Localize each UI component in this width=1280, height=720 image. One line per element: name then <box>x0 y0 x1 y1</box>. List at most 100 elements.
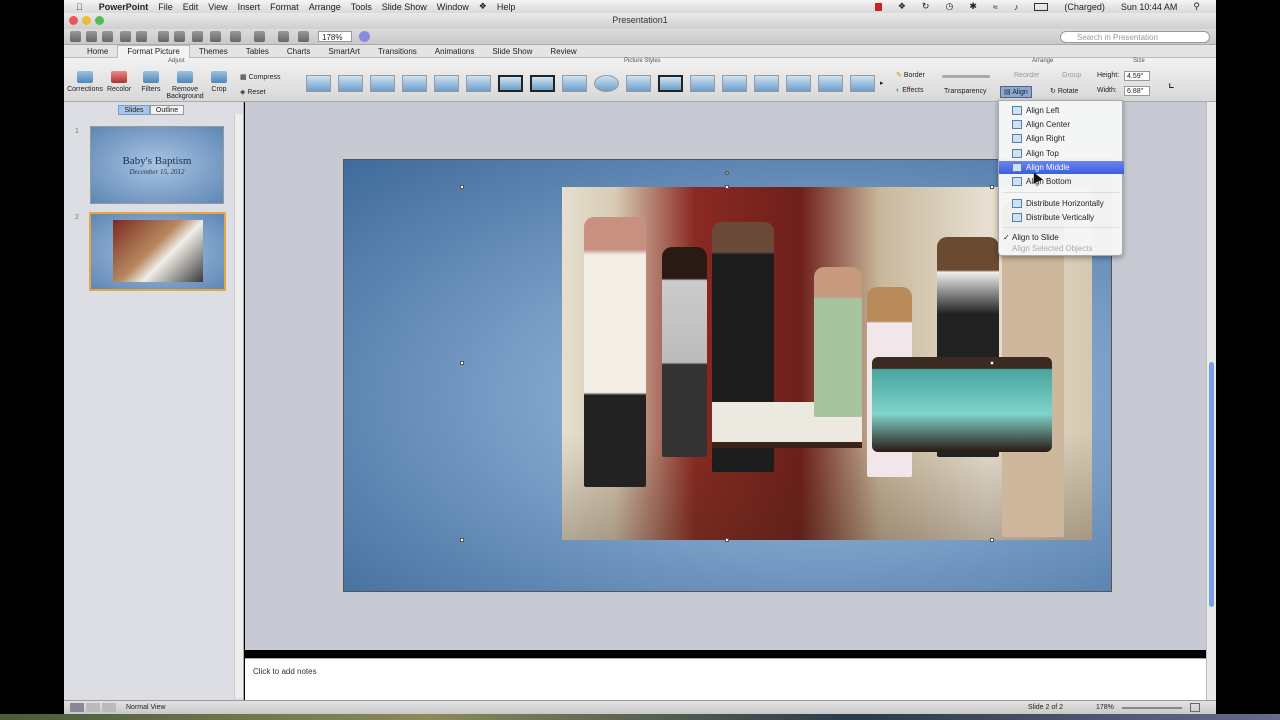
resize-handle-bottom-center[interactable] <box>725 538 729 542</box>
menu-insert[interactable]: Insert <box>238 2 261 12</box>
volume-icon[interactable]: ♪ <box>1014 2 1019 12</box>
picture-style-7[interactable] <box>498 75 523 92</box>
open-icon[interactable] <box>102 31 113 42</box>
picture-style-11[interactable] <box>626 75 651 92</box>
new-icon[interactable] <box>70 31 81 42</box>
styles-scroll-right-icon[interactable]: ▸ <box>880 79 884 87</box>
compress-button[interactable]: ▦ Compress <box>240 73 280 81</box>
rotate-handle[interactable] <box>725 171 729 175</box>
border-button[interactable]: ✎ Border <box>896 71 925 79</box>
menu-slide-show[interactable]: Slide Show <box>382 2 427 12</box>
menu-help[interactable]: Help <box>497 2 516 12</box>
menu-edit[interactable]: Edit <box>183 2 199 12</box>
format-painter-icon[interactable] <box>210 31 221 42</box>
fit-to-window-icon[interactable] <box>1190 703 1200 712</box>
menu-item-align-right[interactable]: Align Right <box>999 132 1124 145</box>
text-box-icon[interactable] <box>278 31 289 42</box>
reset-button[interactable]: ◈ Reset <box>240 88 266 96</box>
width-field[interactable]: 6.88" <box>1124 86 1150 96</box>
menu-item-align-selected-objects[interactable]: Align Selected Objects <box>999 242 1124 255</box>
picture-style-18[interactable] <box>850 75 875 92</box>
picture-style-5[interactable] <box>434 75 459 92</box>
scrollbar-thumb[interactable] <box>1209 362 1214 607</box>
menu-item-align-middle[interactable]: Align Middle <box>999 161 1124 174</box>
media-browser-icon[interactable] <box>298 31 309 42</box>
picture-style-2[interactable] <box>338 75 363 92</box>
rotate-button[interactable]: ↻ Rotate <box>1050 87 1078 95</box>
picture-style-17[interactable] <box>818 75 843 92</box>
notes-pane[interactable]: Click to add notes <box>245 658 1206 700</box>
tab-animations[interactable]: Animations <box>426 47 484 56</box>
resize-handle-top-right[interactable] <box>990 185 994 189</box>
notes-placeholder[interactable]: Click to add notes <box>253 667 317 676</box>
picture-style-6[interactable] <box>466 75 491 92</box>
battery-icon[interactable] <box>1034 2 1049 11</box>
remove-background-button[interactable]: Remove Background <box>166 71 204 100</box>
print-icon[interactable] <box>136 31 147 42</box>
menu-item-align-left[interactable]: Align Left <box>999 104 1124 117</box>
resize-handle-middle-right[interactable] <box>990 361 994 365</box>
resize-handle-middle-left[interactable] <box>460 361 464 365</box>
tab-themes[interactable]: Themes <box>190 47 237 56</box>
reorder-button[interactable]: Reorder <box>1014 72 1039 79</box>
slide-thumbnail-1[interactable]: Baby's Baptism December 15, 2012 <box>90 126 224 204</box>
filters-button[interactable]: Filters <box>136 71 166 93</box>
effects-button[interactable]: ◐ Effects <box>896 87 923 94</box>
resize-handle-top-center[interactable] <box>725 185 729 189</box>
help-icon[interactable] <box>359 31 370 42</box>
menu-format[interactable]: Format <box>270 2 299 12</box>
script-icon[interactable]: ❖ <box>479 1 487 12</box>
normal-view-icon[interactable] <box>70 703 84 712</box>
resize-handle-bottom-right[interactable] <box>990 538 994 542</box>
picture-style-1[interactable] <box>306 75 331 92</box>
crop-button[interactable]: Crop <box>206 71 232 93</box>
menu-item-align-top[interactable]: Align Top <box>999 147 1124 160</box>
crop-to-fit-icon[interactable]: ⌞ <box>1168 74 1175 91</box>
wifi-icon[interactable]: ≈ <box>993 2 998 12</box>
dropbox-icon[interactable]: ❖ <box>898 1 906 12</box>
tab-charts[interactable]: Charts <box>278 47 320 56</box>
sync-icon[interactable]: ↻ <box>922 1 930 12</box>
clock[interactable]: Sun 10:44 AM <box>1121 2 1178 12</box>
zoom-select[interactable]: 178% <box>318 31 352 42</box>
zoom-slider[interactable] <box>1122 707 1182 709</box>
menu-window[interactable]: Window <box>437 2 469 12</box>
templates-icon[interactable] <box>86 31 97 42</box>
slide-show-view-icon[interactable] <box>102 703 116 712</box>
resize-handle-bottom-left[interactable] <box>460 538 464 542</box>
cut-icon[interactable] <box>158 31 169 42</box>
picture-style-13[interactable] <box>690 75 715 92</box>
tab-home[interactable]: Home <box>78 47 117 56</box>
redo-icon[interactable] <box>254 31 265 42</box>
align-button[interactable]: ▤ Align <box>1000 86 1032 98</box>
tab-tables[interactable]: Tables <box>237 47 278 56</box>
picture-style-15[interactable] <box>754 75 779 92</box>
picture-style-4[interactable] <box>402 75 427 92</box>
menu-file[interactable]: File <box>158 2 173 12</box>
menu-view[interactable]: View <box>208 2 227 12</box>
save-icon[interactable] <box>120 31 131 42</box>
resize-handle-top-left[interactable] <box>460 185 464 189</box>
tab-format-picture[interactable]: Format Picture <box>117 44 190 58</box>
paste-icon[interactable] <box>192 31 203 42</box>
slide-thumbnail-2[interactable] <box>89 212 226 291</box>
vertical-scrollbar[interactable] <box>1206 102 1216 700</box>
menu-item-align-center[interactable]: Align Center <box>999 118 1124 131</box>
slide-sorter-view-icon[interactable] <box>86 703 100 712</box>
spotlight-icon[interactable]: ⚲ <box>1193 1 1200 12</box>
group-button[interactable]: Group <box>1062 72 1081 79</box>
tab-smartart[interactable]: SmartArt <box>319 47 369 56</box>
menu-tools[interactable]: Tools <box>351 2 372 12</box>
corrections-button[interactable]: Corrections <box>66 71 104 93</box>
recolor-button[interactable]: Recolor <box>104 71 134 93</box>
bluetooth-icon[interactable]: ✱ <box>969 1 977 12</box>
menu-arrange[interactable]: Arrange <box>309 2 341 12</box>
picture-style-14[interactable] <box>722 75 747 92</box>
slide-canvas[interactable] <box>343 159 1112 592</box>
menu-item-align-bottom[interactable]: Align Bottom <box>999 175 1124 188</box>
picture-style-16[interactable] <box>786 75 811 92</box>
transparency-slider[interactable] <box>942 75 990 78</box>
menu-item-distribute-horizontally[interactable]: Distribute Horizontally <box>999 197 1124 210</box>
tab-slide-show[interactable]: Slide Show <box>483 47 541 56</box>
record-icon[interactable] <box>874 2 882 11</box>
